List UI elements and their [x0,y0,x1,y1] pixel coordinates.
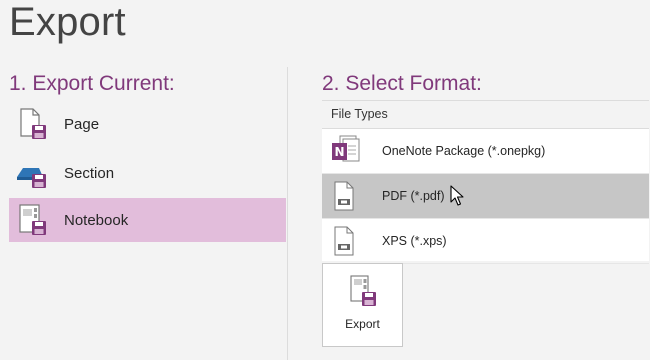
export-current-heading: 1. Export Current: [9,72,175,95]
export-button[interactable]: Export [322,263,403,347]
format-item-onepkg[interactable]: N OneNote Package (*.onepkg) [322,129,649,174]
format-item-label: XPS (*.xps) [382,234,447,248]
file-types-header: File Types [322,101,649,129]
format-item-label: PDF (*.pdf) [382,189,445,203]
scope-item-label: Section [64,164,115,182]
scope-item-notebook[interactable]: Notebook [9,198,286,242]
export-icon [346,274,380,308]
select-format-heading: 2. Select Format: [322,72,482,95]
onenote-package-icon: N [330,134,360,168]
scope-item-label: Page [64,115,100,133]
svg-text:N: N [334,145,344,159]
section-icon [15,155,51,191]
file-types-list: File Types N OneNote Package (*.onepkg) [322,100,649,264]
format-item-xps[interactable]: XPS (*.xps) [322,219,649,264]
format-item-pdf[interactable]: PDF (*.pdf) [322,174,649,219]
export-button-label: Export [345,317,380,331]
scope-item-section[interactable]: Section [9,151,286,195]
column-divider [287,67,288,360]
page-title: Export [9,0,126,44]
scope-item-label: Notebook [64,211,129,229]
mouse-cursor-icon [450,185,464,212]
pdf-file-icon [330,179,360,213]
page-icon [15,106,51,142]
notebook-icon [15,202,51,238]
xps-file-icon [330,224,360,258]
format-item-label: OneNote Package (*.onepkg) [382,144,546,158]
scope-item-page[interactable]: Page [9,102,286,146]
